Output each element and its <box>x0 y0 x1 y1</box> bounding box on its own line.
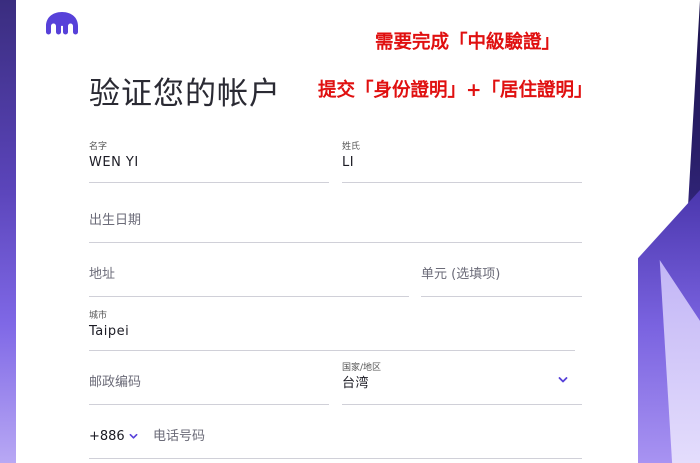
last-name-label: 姓氏 <box>342 142 361 152</box>
background-right-decoration <box>638 0 700 463</box>
last-name-field[interactable]: 姓氏 LI <box>342 141 582 183</box>
field-underline <box>89 404 329 405</box>
field-underline <box>89 182 329 183</box>
field-underline <box>342 182 582 183</box>
last-name-value[interactable]: LI <box>342 153 582 173</box>
unit-field[interactable]: 单元 (选填项) <box>421 264 582 297</box>
country-select[interactable]: 国家/地区 台湾 <box>342 362 582 405</box>
city-label: 城市 <box>89 311 108 321</box>
annotation-intermediate-verification: 需要完成「中級驗證」 <box>375 32 561 53</box>
first-name-value[interactable]: WEN YI <box>89 153 329 173</box>
kraken-logo-icon[interactable] <box>42 9 82 37</box>
country-label: 国家/地区 <box>342 363 382 373</box>
first-name-label: 名字 <box>89 142 108 152</box>
phone-field[interactable]: +886 电话号码 <box>89 426 582 459</box>
city-value[interactable]: Taipei <box>89 322 575 342</box>
field-underline <box>89 242 582 243</box>
address-placeholder: 地址 <box>89 267 116 282</box>
chevron-down-icon[interactable] <box>129 432 138 441</box>
phone-country-code[interactable]: +886 <box>89 427 125 447</box>
postal-code-field[interactable]: 邮政编码 <box>89 372 329 405</box>
date-of-birth-field[interactable]: 出生日期 <box>89 210 582 243</box>
annotation-submit-documents: 提交「身份證明」+「居住證明」 <box>318 80 593 101</box>
country-value[interactable]: 台湾 <box>342 374 582 394</box>
address-field[interactable]: 地址 <box>89 264 409 297</box>
date-of-birth-placeholder: 出生日期 <box>89 213 142 228</box>
page-title: 验证您的帐户 <box>89 76 281 112</box>
chevron-down-icon[interactable] <box>558 375 568 385</box>
background-left-decoration <box>0 0 16 463</box>
city-field[interactable]: 城市 Taipei <box>89 310 575 351</box>
field-underline <box>89 296 409 297</box>
first-name-field[interactable]: 名字 WEN YI <box>89 141 329 183</box>
unit-placeholder: 单元 (选填项) <box>421 267 501 282</box>
field-underline <box>421 296 582 297</box>
field-underline <box>342 404 582 405</box>
field-underline <box>89 458 582 459</box>
postal-code-placeholder: 邮政编码 <box>89 375 142 390</box>
phone-number-placeholder[interactable]: 电话号码 <box>153 427 205 447</box>
field-underline <box>89 350 575 351</box>
